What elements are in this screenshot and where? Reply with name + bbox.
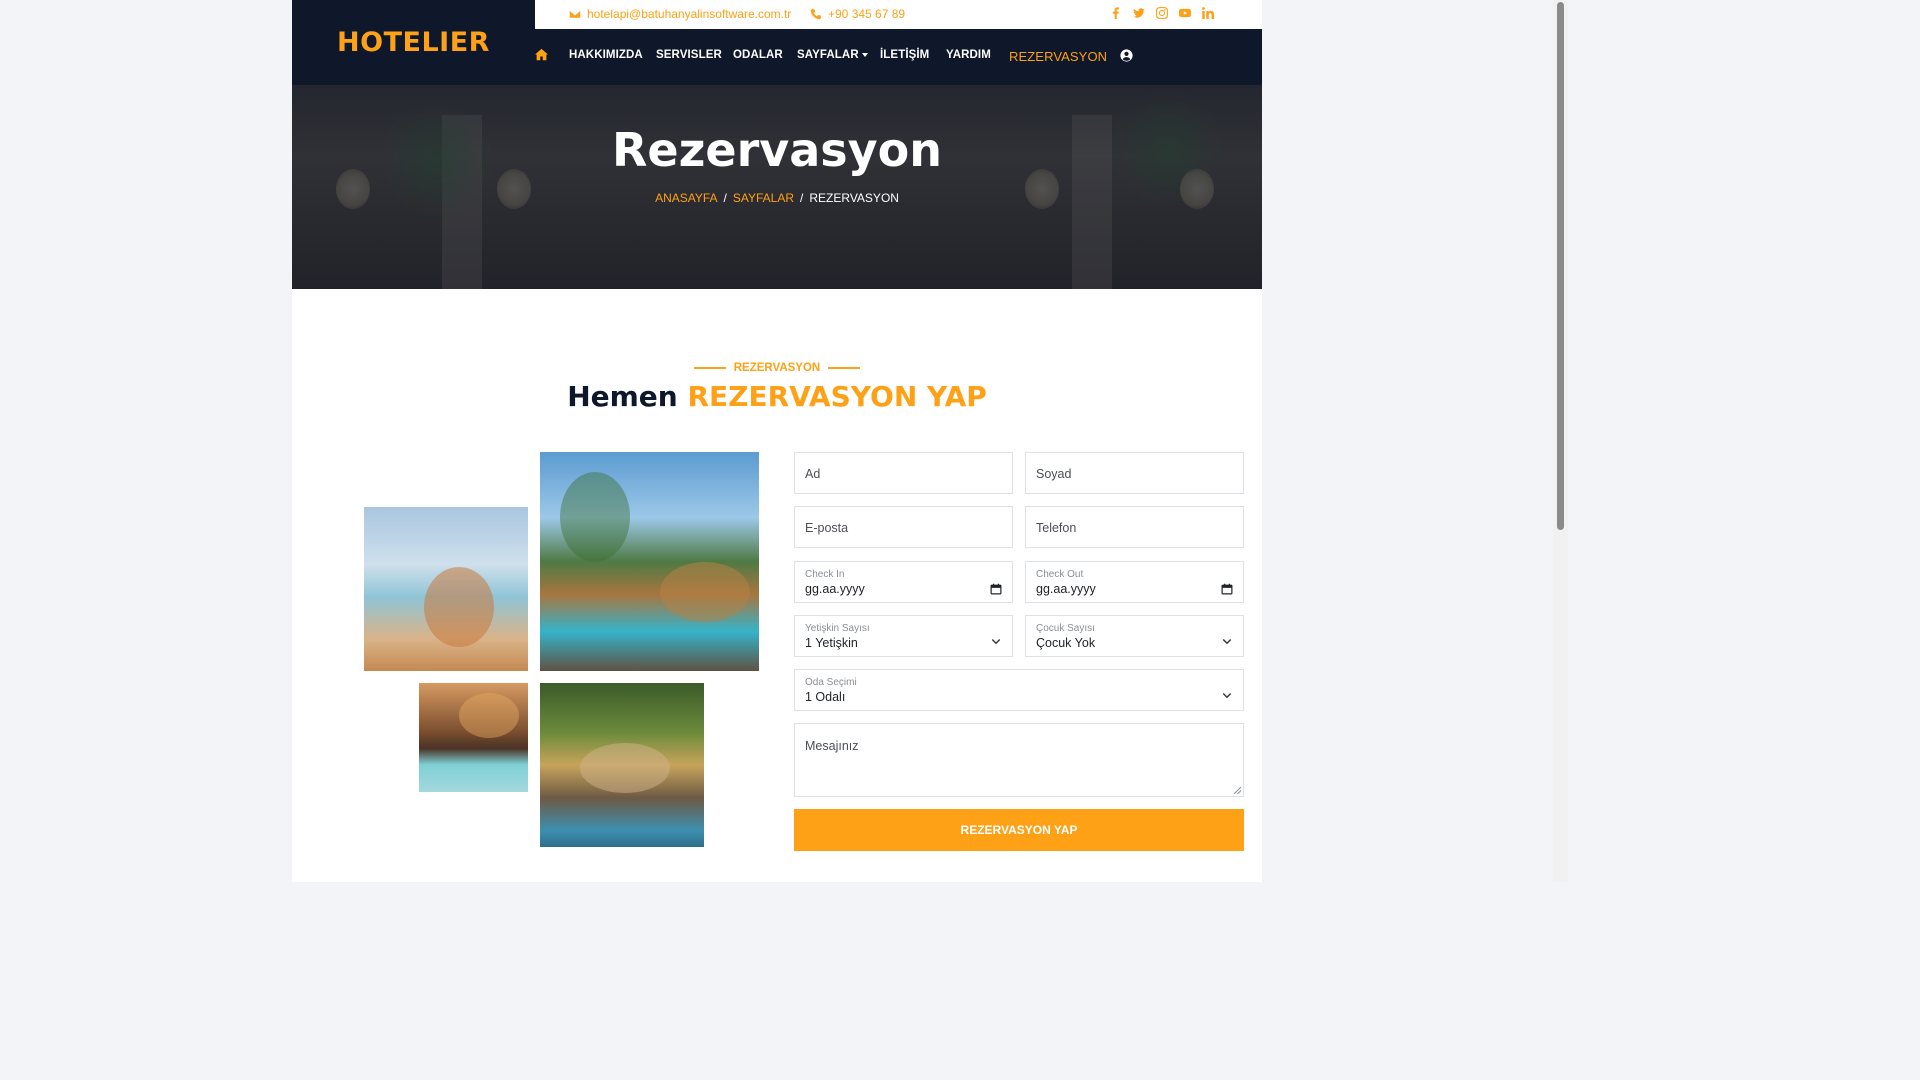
scrollbar-thumb[interactable] (1557, 2, 1564, 530)
nav-item-services[interactable]: SERVISLER (656, 49, 722, 61)
section-label: REZERVASYON (292, 362, 1262, 374)
section-title-accent: REZERVASYON YAP (687, 380, 987, 413)
topbar-email[interactable]: hotelapi@batuhanyalinsoftware.com.tr (569, 7, 791, 21)
brand-block[interactable]: HOTELIER (292, 0, 535, 85)
room-select[interactable]: Oda Seçimi 1 Odalı (794, 669, 1244, 711)
phone-text[interactable]: +90 345 67 89 (828, 7, 905, 21)
phone-input[interactable]: Telefon (1025, 506, 1244, 548)
nav-item-about[interactable]: HAKKIMIZDA (569, 49, 643, 61)
label-line-right (828, 367, 861, 369)
gallery-image-beach-pool (364, 507, 528, 671)
calendar-icon[interactable] (990, 583, 1002, 595)
checkin-date-input[interactable]: Check In gg.aa.yyyy (794, 561, 1013, 603)
nav-item-reservation[interactable]: REZERVASYON (1009, 49, 1107, 64)
chevron-down-icon (1222, 638, 1232, 645)
checkout-date-input[interactable]: Check Out gg.aa.yyyy (1025, 561, 1244, 603)
breadcrumb-current: REZERVASYON (809, 191, 899, 205)
page: HOTELIER hotelapi@batuhanyalinsoftware.c… (292, 0, 1262, 882)
resize-handle-icon[interactable] (1233, 786, 1241, 794)
children-value: Çocuk Yok (1036, 636, 1096, 650)
envelope-icon (569, 10, 581, 18)
email-text[interactable]: hotelapi@batuhanyalinsoftware.com.tr (587, 7, 791, 21)
breadcrumb-separator: / (723, 191, 727, 205)
room-label: Oda Seçimi (805, 677, 857, 688)
hero-overlay (292, 85, 1262, 289)
calendar-icon[interactable] (1221, 583, 1233, 595)
email-placeholder: E-posta (805, 521, 849, 535)
brand-logo[interactable]: HOTELIER (337, 27, 490, 58)
image-detail (459, 693, 519, 738)
nav-item-help[interactable]: YARDIM (946, 49, 991, 61)
image-detail (424, 567, 494, 647)
gallery-image-resort-pool (540, 452, 759, 671)
gallery-image-villa-pool (419, 683, 528, 792)
facebook-icon[interactable] (1109, 6, 1122, 20)
scrollbar[interactable] (1553, 0, 1568, 882)
breadcrumb: ANASAYFA / SAYFALAR / REZERVASYON (292, 191, 1262, 205)
phone-placeholder: Telefon (1036, 521, 1077, 535)
adults-label: Yetişkin Sayısı (805, 623, 870, 634)
nav-item-rooms[interactable]: ODALAR (733, 49, 783, 61)
first-name-placeholder: Ad (805, 467, 821, 481)
last-name-placeholder: Soyad (1036, 467, 1072, 481)
checkout-value: gg.aa.yyyy (1036, 582, 1096, 596)
image-detail (660, 562, 750, 622)
instagram-icon[interactable] (1155, 6, 1168, 20)
adults-select[interactable]: Yetişkin Sayısı 1 Yetişkin (794, 615, 1013, 657)
chevron-down-icon (991, 638, 1001, 645)
last-name-input[interactable]: Soyad (1025, 452, 1244, 494)
image-detail (580, 743, 670, 793)
section-title-main: Hemen (567, 380, 678, 413)
message-textarea[interactable]: Mesajınız (794, 723, 1244, 797)
breadcrumb-pages[interactable]: SAYFALAR (733, 191, 794, 205)
page-title: Rezervasyon (611, 123, 943, 177)
breadcrumb-home[interactable]: ANASAYFA (655, 191, 717, 205)
section-title: Hemen REZERVASYON YAP (292, 380, 1262, 413)
topbar-phone[interactable]: +90 345 67 89 (810, 7, 905, 21)
email-input[interactable]: E-posta (794, 506, 1013, 548)
checkin-value: gg.aa.yyyy (805, 582, 865, 596)
submit-reservation-button[interactable]: REZERVASYON YAP (794, 809, 1244, 851)
checkout-label: Check Out (1036, 569, 1084, 580)
first-name-input[interactable]: Ad (794, 452, 1013, 494)
children-label: Çocuk Sayısı (1036, 623, 1095, 634)
main-nav: HAKKIMIZDA SERVISLER ODALAR SAYFALAR İLE… (535, 29, 1262, 85)
twitter-icon[interactable] (1132, 6, 1145, 20)
caret-down-icon (861, 52, 868, 57)
image-detail (560, 472, 630, 562)
social-links (1109, 6, 1214, 20)
nav-item-contact[interactable]: İLETİŞİM (880, 49, 929, 61)
adults-value: 1 Yetişkin (805, 636, 858, 650)
user-circle-icon[interactable] (1120, 49, 1133, 62)
gallery-image-lounge-pool (540, 683, 704, 847)
topbar: hotelapi@batuhanyalinsoftware.com.tr +90… (535, 0, 1262, 29)
room-value: 1 Odalı (805, 690, 846, 704)
breadcrumb-separator: / (800, 191, 804, 205)
label-line-left (693, 367, 726, 369)
hero-banner: Rezervasyon ANASAYFA / SAYFALAR / REZERVASYO… (292, 85, 1262, 289)
home-icon[interactable] (535, 48, 548, 61)
phone-icon (810, 8, 822, 20)
message-placeholder: Mesajınız (805, 739, 859, 753)
nav-item-pages[interactable]: SAYFALAR (797, 49, 868, 61)
checkin-label: Check In (805, 569, 845, 580)
children-select[interactable]: Çocuk Sayısı Çocuk Yok (1025, 615, 1244, 657)
section-label-text: REZERVASYON (733, 362, 821, 374)
linkedin-icon[interactable] (1201, 6, 1214, 20)
chevron-down-icon (1222, 692, 1232, 699)
youtube-icon[interactable] (1178, 6, 1191, 20)
nav-item-pages-label: SAYFALAR (797, 49, 859, 61)
